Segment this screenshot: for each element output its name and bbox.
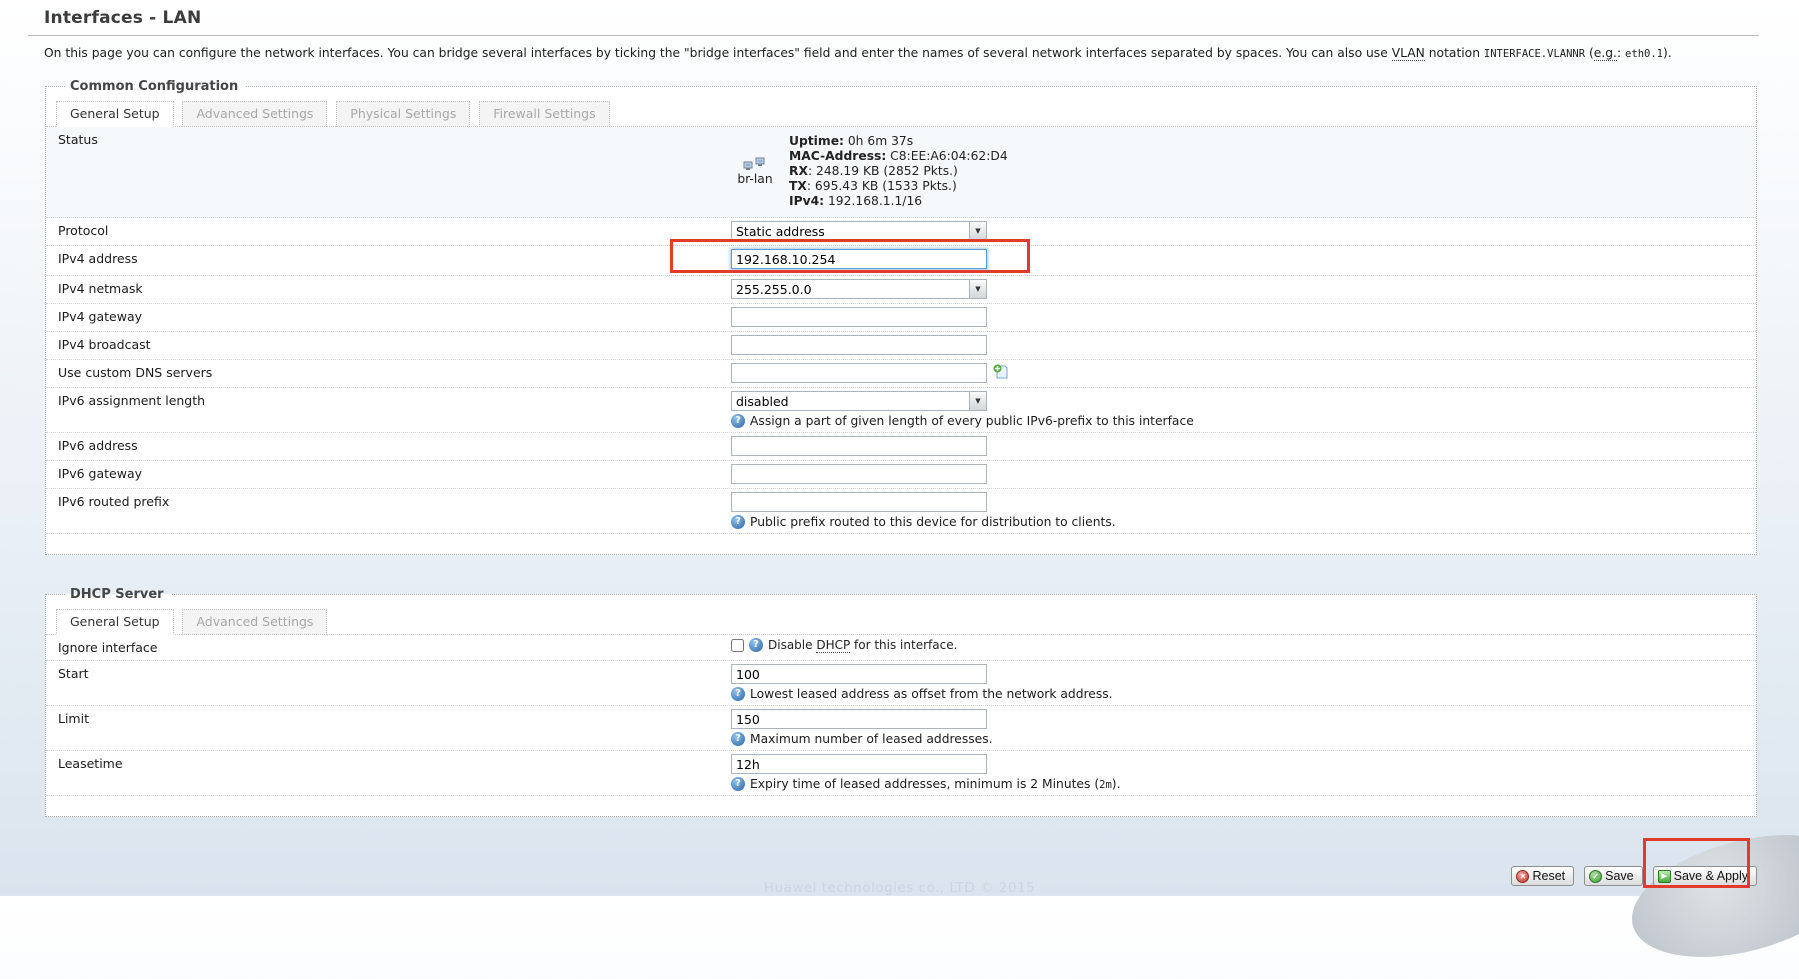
ipv4-broadcast-label: IPv4 broadcast bbox=[46, 332, 720, 357]
save-button[interactable]: ✓ Save bbox=[1584, 866, 1643, 886]
help-icon: ? bbox=[731, 687, 745, 701]
dhcp-leasetime-label: Leasetime bbox=[46, 751, 720, 776]
ignore-interface-label: Ignore interface bbox=[46, 635, 720, 660]
protocol-row: Protocol Static address ▼ bbox=[46, 218, 1756, 246]
save-icon: ✓ bbox=[1589, 870, 1602, 883]
dhcp-tab-general-setup[interactable]: General Setup bbox=[56, 609, 174, 635]
help-icon: ? bbox=[731, 777, 745, 791]
dhcp-limit-help: ? Maximum number of leased addresses. bbox=[731, 732, 1756, 746]
ipv4-gateway-label: IPv4 gateway bbox=[46, 304, 720, 329]
dhcp-server-section: DHCP Server General Setup Advanced Setti… bbox=[45, 587, 1757, 817]
ipv4-gateway-input[interactable] bbox=[731, 307, 987, 327]
ipv6-address-input[interactable] bbox=[731, 436, 987, 456]
help-icon: ? bbox=[749, 638, 763, 652]
chevron-down-icon[interactable]: ▼ bbox=[969, 280, 986, 298]
title-divider bbox=[28, 35, 1759, 36]
dhcp-start-help: ? Lowest leased address as offset from t… bbox=[731, 687, 1756, 701]
common-configuration-legend: Common Configuration bbox=[66, 79, 246, 94]
status-label: Status bbox=[46, 127, 720, 152]
ipv6-gateway-row: IPv6 gateway bbox=[46, 461, 1756, 489]
custom-dns-row: Use custom DNS servers bbox=[46, 360, 1756, 388]
status-row: Status br-lan bbox=[46, 127, 1756, 218]
ipv4-address-label: IPv4 address bbox=[46, 246, 720, 271]
ipv6-assignment-row: IPv6 assignment length disabled ▼ ? Assi… bbox=[46, 388, 1756, 433]
ipv6-routed-prefix-help: ? Public prefix routed to this device fo… bbox=[731, 515, 1756, 529]
ipv4-netmask-selected-value: 255.255.0.0 bbox=[732, 280, 969, 298]
ipv6-routed-prefix-row: IPv6 routed prefix ? Public prefix route… bbox=[46, 489, 1756, 534]
page-title: Interfaces - LAN bbox=[44, 8, 1759, 28]
ipv4-netmask-select[interactable]: 255.255.0.0 ▼ bbox=[731, 279, 987, 299]
custom-dns-input[interactable] bbox=[731, 363, 987, 383]
chevron-down-icon[interactable]: ▼ bbox=[969, 392, 986, 410]
dhcp-limit-label: Limit bbox=[46, 706, 720, 731]
eth01-code: eth0.1 bbox=[1625, 48, 1663, 60]
ignore-interface-checkbox[interactable] bbox=[731, 639, 744, 652]
dhcp-leasetime-input[interactable] bbox=[731, 754, 987, 774]
ipv6-address-label: IPv6 address bbox=[46, 433, 720, 458]
dhcp-server-legend: DHCP Server bbox=[66, 587, 172, 602]
custom-dns-label: Use custom DNS servers bbox=[46, 360, 720, 385]
dhcp-tab-advanced-settings[interactable]: Advanced Settings bbox=[182, 609, 327, 635]
ipv6-assignment-label: IPv6 assignment length bbox=[46, 388, 720, 413]
ipv6-gateway-label: IPv6 gateway bbox=[46, 461, 720, 486]
corner-artifact bbox=[1619, 813, 1799, 979]
save-apply-button[interactable]: ▶ Save & Apply bbox=[1653, 866, 1757, 886]
bridge-icon bbox=[743, 157, 767, 172]
ipv6-assignment-selected-value: disabled bbox=[732, 392, 969, 410]
ipv4-address-row: IPv4 address bbox=[46, 246, 1756, 276]
ipv4-broadcast-row: IPv4 broadcast bbox=[46, 332, 1756, 360]
action-buttons: ✕ Reset ✓ Save ▶ Save & Apply bbox=[1511, 866, 1757, 886]
interface-device: br-lan bbox=[731, 157, 779, 186]
common-config-tabs: General Setup Advanced Settings Physical… bbox=[56, 100, 1756, 126]
page-description: On this page you can configure the netwo… bbox=[44, 45, 1759, 63]
tab-advanced-settings[interactable]: Advanced Settings bbox=[182, 101, 327, 127]
common-configuration-section: Common Configuration General Setup Advan… bbox=[45, 79, 1757, 555]
device-name: br-lan bbox=[737, 172, 772, 186]
eg-abbr: e.g. bbox=[1594, 46, 1617, 61]
leasetime-min-code: 2m bbox=[1099, 779, 1112, 791]
protocol-label: Protocol bbox=[46, 218, 720, 243]
dhcp-start-row: Start ? Lowest leased address as offset … bbox=[46, 661, 1756, 706]
add-entry-icon[interactable] bbox=[993, 364, 1009, 383]
status-info: Uptime: 0h 6m 37s MAC-Address: C8:EE:A6:… bbox=[789, 134, 1008, 209]
ipv4-address-input[interactable] bbox=[731, 249, 987, 269]
help-icon: ? bbox=[731, 414, 745, 428]
reset-icon: ✕ bbox=[1516, 870, 1529, 883]
ipv6-assignment-select[interactable]: disabled ▼ bbox=[731, 391, 987, 411]
reset-button[interactable]: ✕ Reset bbox=[1511, 866, 1574, 886]
ipv4-netmask-row: IPv4 netmask 255.255.0.0 ▼ bbox=[46, 276, 1756, 304]
apply-icon: ▶ bbox=[1658, 870, 1671, 883]
interface-vlannr-code: INTERFACE.VLANNR bbox=[1484, 48, 1585, 60]
ipv6-routed-prefix-input[interactable] bbox=[731, 492, 987, 512]
ipv6-gateway-input[interactable] bbox=[731, 464, 987, 484]
vlan-abbr: VLAN bbox=[1392, 46, 1425, 61]
help-icon: ? bbox=[731, 515, 745, 529]
ipv4-gateway-row: IPv4 gateway bbox=[46, 304, 1756, 332]
ipv4-netmask-label: IPv4 netmask bbox=[46, 276, 720, 301]
protocol-select[interactable]: Static address ▼ bbox=[731, 221, 987, 241]
tab-firewall-settings[interactable]: Firewall Settings bbox=[479, 101, 609, 127]
dhcp-start-label: Start bbox=[46, 661, 720, 686]
dhcp-leasetime-help: ? Expiry time of leased addresses, minim… bbox=[731, 777, 1756, 791]
chevron-down-icon[interactable]: ▼ bbox=[969, 222, 986, 240]
dhcp-tabs: General Setup Advanced Settings bbox=[56, 608, 1756, 634]
dhcp-abbr: DHCP bbox=[816, 638, 850, 653]
ignore-interface-row: Ignore interface ? Disable DHCP for this… bbox=[46, 635, 1756, 661]
ipv4-broadcast-input[interactable] bbox=[731, 335, 987, 355]
description-text: On this page you can configure the netwo… bbox=[44, 46, 1392, 60]
dhcp-leasetime-row: Leasetime ? Expiry time of leased addres… bbox=[46, 751, 1756, 796]
ipv6-assignment-help: ? Assign a part of given length of every… bbox=[731, 414, 1756, 428]
dhcp-start-input[interactable] bbox=[731, 664, 987, 684]
ipv6-address-row: IPv6 address bbox=[46, 433, 1756, 461]
dhcp-limit-row: Limit ? Maximum number of leased address… bbox=[46, 706, 1756, 751]
help-icon: ? bbox=[731, 732, 745, 746]
dhcp-limit-input[interactable] bbox=[731, 709, 987, 729]
tab-physical-settings[interactable]: Physical Settings bbox=[336, 101, 470, 127]
ignore-interface-description: Disable DHCP for this interface. bbox=[768, 638, 957, 652]
tab-general-setup[interactable]: General Setup bbox=[56, 101, 174, 127]
footer-text: Huawei technologies co., LTD © 2015 bbox=[764, 880, 1035, 896]
protocol-selected-value: Static address bbox=[732, 222, 969, 240]
ipv6-routed-prefix-label: IPv6 routed prefix bbox=[46, 489, 720, 514]
